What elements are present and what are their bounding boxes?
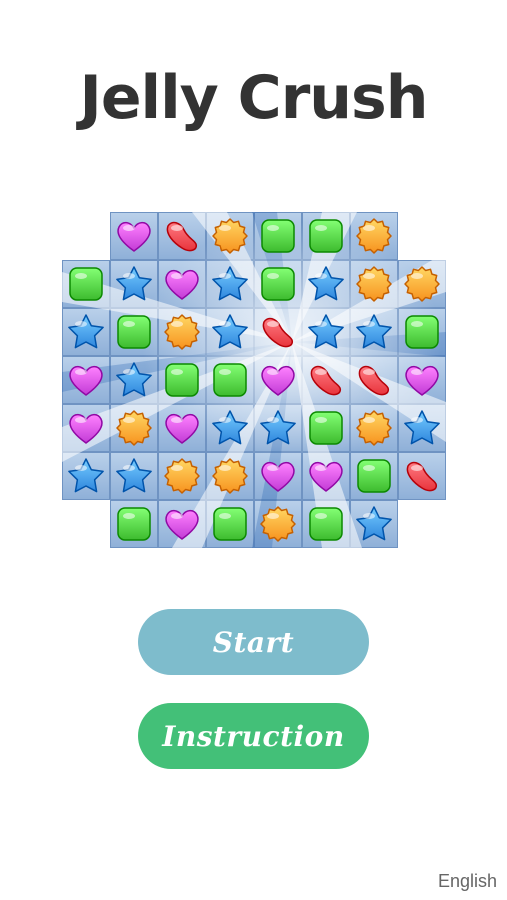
board-cell[interactable] xyxy=(158,500,206,548)
board-cell[interactable] xyxy=(158,212,206,260)
board-cell[interactable] xyxy=(206,212,254,260)
board-cell[interactable] xyxy=(254,260,302,308)
board-cell[interactable] xyxy=(350,308,398,356)
board-cell[interactable] xyxy=(206,356,254,404)
board-cell[interactable] xyxy=(302,260,350,308)
board-cell[interactable] xyxy=(110,212,158,260)
board-cell[interactable] xyxy=(110,260,158,308)
board-cell xyxy=(62,212,110,260)
board-cell[interactable] xyxy=(206,260,254,308)
board-cell[interactable] xyxy=(350,260,398,308)
board-cell[interactable] xyxy=(62,308,110,356)
board-cell[interactable] xyxy=(254,500,302,548)
language-selector[interactable]: English xyxy=(438,871,497,892)
board-cell[interactable] xyxy=(350,356,398,404)
board-cell[interactable] xyxy=(158,260,206,308)
board-cell[interactable] xyxy=(302,452,350,500)
board-cell[interactable] xyxy=(254,404,302,452)
game-title: Jelly Crush xyxy=(79,63,429,133)
board-cell[interactable] xyxy=(398,404,446,452)
board-cell[interactable] xyxy=(158,452,206,500)
board-cell[interactable] xyxy=(62,404,110,452)
board-cell xyxy=(62,500,110,548)
board-cell[interactable] xyxy=(254,212,302,260)
board-cell[interactable] xyxy=(206,404,254,452)
board-cell[interactable] xyxy=(350,404,398,452)
instruction-button[interactable]: Instruction xyxy=(138,703,369,769)
board-cell[interactable] xyxy=(254,308,302,356)
board-cell[interactable] xyxy=(302,356,350,404)
board-cell[interactable] xyxy=(62,260,110,308)
board-cell[interactable] xyxy=(398,308,446,356)
board-cell[interactable] xyxy=(206,500,254,548)
board-cell[interactable] xyxy=(302,212,350,260)
board-cell[interactable] xyxy=(206,308,254,356)
board-cell[interactable] xyxy=(350,212,398,260)
board-cell[interactable] xyxy=(110,500,158,548)
board-cell[interactable] xyxy=(254,356,302,404)
board-cell[interactable] xyxy=(254,452,302,500)
board-cell[interactable] xyxy=(398,356,446,404)
board-cell[interactable] xyxy=(110,452,158,500)
start-button[interactable]: Start xyxy=(138,609,369,675)
board-cell[interactable] xyxy=(350,452,398,500)
board-cell[interactable] xyxy=(398,260,446,308)
board-cell[interactable] xyxy=(62,356,110,404)
board-cell[interactable] xyxy=(302,404,350,452)
board-cell[interactable] xyxy=(62,452,110,500)
board-cell[interactable] xyxy=(110,308,158,356)
board-cell[interactable] xyxy=(110,356,158,404)
board-cell[interactable] xyxy=(158,308,206,356)
board-cell[interactable] xyxy=(302,308,350,356)
board-cell[interactable] xyxy=(110,404,158,452)
board-cell xyxy=(398,500,446,548)
board-cell[interactable] xyxy=(398,452,446,500)
game-board xyxy=(62,212,446,548)
board-cell[interactable] xyxy=(350,500,398,548)
board-cell xyxy=(398,212,446,260)
board-cell[interactable] xyxy=(302,500,350,548)
board-cell[interactable] xyxy=(206,452,254,500)
board-cell[interactable] xyxy=(158,404,206,452)
board-cell[interactable] xyxy=(158,356,206,404)
